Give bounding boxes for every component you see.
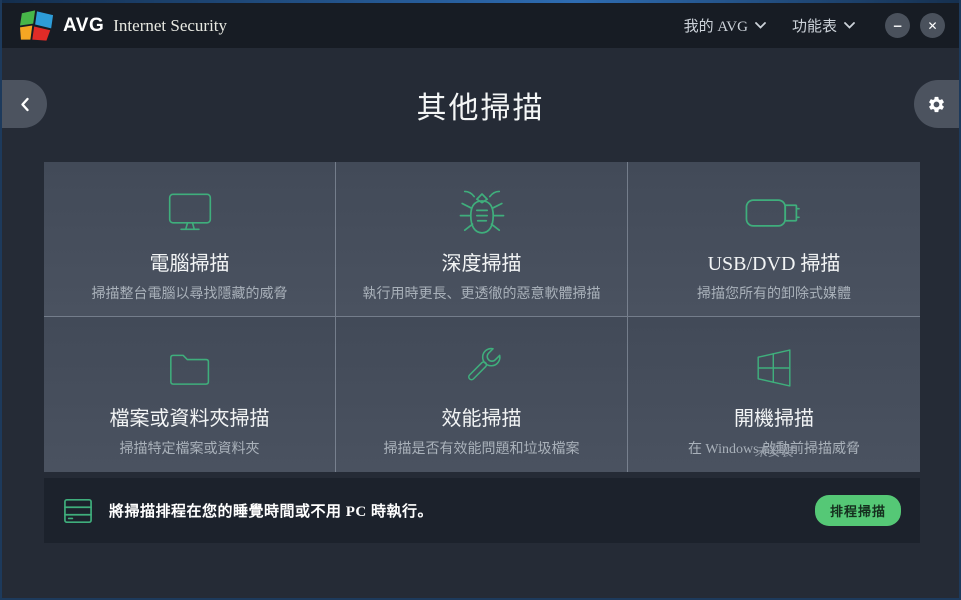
tile-deep-scan[interactable]: 深度掃描 執行用時更長、更透徹的惡意軟體掃描: [336, 162, 628, 317]
gear-icon: [927, 95, 946, 114]
titlebar-menus: 我的 AVG 功能表 − ✕: [684, 13, 945, 38]
tile-usb-dvd-scan[interactable]: USB/DVD 掃描 掃描您所有的卸除式媒體: [628, 162, 920, 317]
menu-options[interactable]: 功能表: [792, 15, 855, 36]
chevron-down-icon: [755, 17, 766, 34]
tile-title: 檔案或資料夾掃描: [44, 402, 335, 431]
menu-options-label: 功能表: [792, 15, 837, 36]
brand-name: AVG: [63, 15, 104, 37]
wrench-icon: [336, 343, 627, 393]
brand-product: Internet Security: [113, 16, 227, 36]
close-button[interactable]: ✕: [920, 13, 945, 38]
page-title: 其他掃描: [417, 83, 545, 127]
schedule-bar: 將掃描排程在您的睡覺時間或不用 PC 時執行。 排程掃描: [44, 478, 920, 543]
settings-button[interactable]: [914, 80, 959, 128]
tile-boot-time-scan[interactable]: 開機掃描 在 Windows 啟動前掃描威脅 未安裝: [628, 317, 920, 472]
tile-status-note: 未安裝: [628, 441, 920, 460]
window-controls: − ✕: [885, 13, 945, 38]
schedule-message: 將掃描排程在您的睡覺時間或不用 PC 時執行。: [109, 500, 433, 521]
tile-title: 電腦掃描: [44, 247, 335, 276]
avg-logo-icon: [20, 10, 54, 41]
usb-icon: [628, 188, 920, 238]
menu-my-avg[interactable]: 我的 AVG: [684, 15, 766, 36]
titlebar: AVG Internet Security 我的 AVG 功能表 − ✕: [2, 3, 959, 48]
back-button[interactable]: [2, 80, 47, 128]
tile-subtitle: 掃描特定檔案或資料夾: [44, 438, 335, 458]
tile-subtitle: 掃描您所有的卸除式媒體: [628, 283, 920, 303]
brand: AVG Internet Security: [20, 10, 227, 41]
tile-subtitle: 執行用時更長、更透徹的惡意軟體掃描: [336, 283, 627, 303]
minimize-button[interactable]: −: [885, 13, 910, 38]
tile-performance-scan[interactable]: 效能掃描 掃描是否有效能問題和垃圾檔案: [336, 317, 628, 472]
tile-file-folder-scan[interactable]: 檔案或資料夾掃描 掃描特定檔案或資料夾: [44, 317, 336, 472]
windows-icon: [628, 343, 920, 393]
tile-title: 深度掃描: [336, 247, 627, 276]
schedule-scan-button[interactable]: 排程掃描: [815, 495, 901, 526]
tile-title: USB/DVD 掃描: [628, 247, 920, 276]
tile-computer-scan[interactable]: 電腦掃描 掃描整台電腦以尋找隱藏的威脅: [44, 162, 336, 317]
page-header: 其他掃描: [2, 48, 959, 162]
app-window: AVG Internet Security 我的 AVG 功能表 − ✕: [0, 0, 961, 600]
chevron-down-icon: [844, 17, 855, 34]
chevron-left-icon: [19, 97, 31, 112]
scan-tiles-grid: 電腦掃描 掃描整台電腦以尋找隱藏的威脅 深度掃描 執行用時更長、更透徹的惡意軟體…: [44, 162, 920, 472]
computer-icon: [44, 188, 335, 238]
menu-my-avg-label: 我的 AVG: [684, 15, 748, 36]
tile-title: 開機掃描: [628, 402, 920, 431]
folder-icon: [44, 343, 335, 393]
schedule-icon: [64, 498, 92, 524]
bug-icon: [336, 188, 627, 238]
tile-subtitle: 掃描是否有效能問題和垃圾檔案: [336, 438, 627, 458]
tile-subtitle: 掃描整台電腦以尋找隱藏的威脅: [44, 283, 335, 303]
tile-title: 效能掃描: [336, 402, 627, 431]
